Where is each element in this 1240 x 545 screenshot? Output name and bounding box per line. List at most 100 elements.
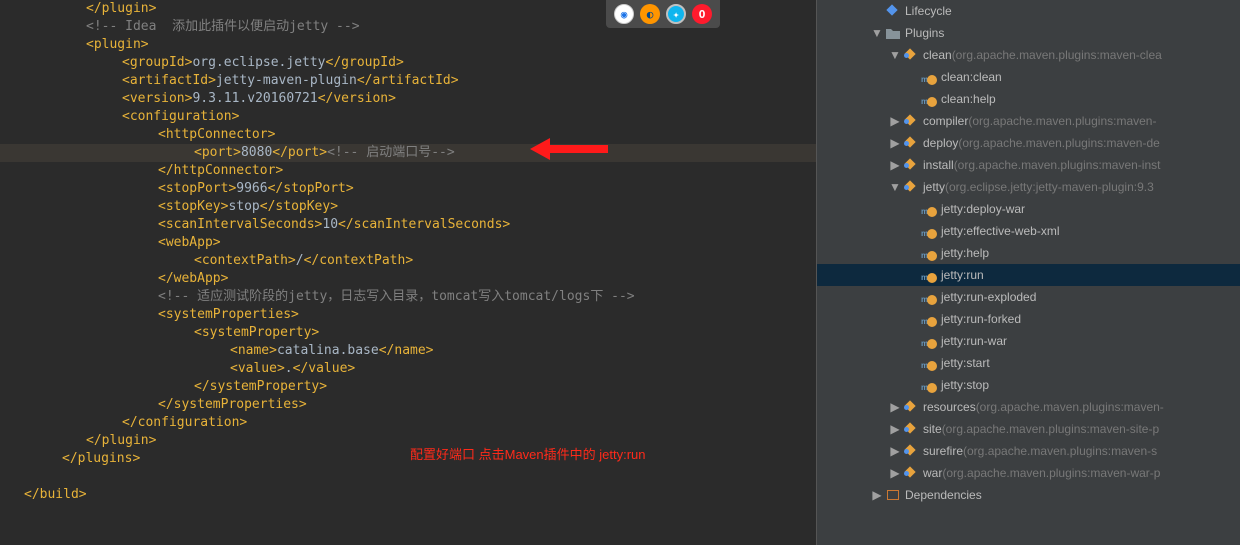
code-line[interactable]: <artifactId>jetty-maven-plugin</artifact… — [0, 72, 816, 90]
tree-item-war[interactable]: ▶war (org.apache.maven.plugins:maven-war… — [817, 462, 1240, 484]
maven-plugin-icon — [903, 465, 919, 481]
code-line[interactable]: <name>catalina.base</name> — [0, 342, 816, 360]
tree-label: jetty:deploy-war — [941, 198, 1025, 220]
tree-twisty[interactable]: ▼ — [889, 176, 901, 198]
tree-label: jetty:stop — [941, 374, 989, 396]
code-line[interactable]: </configuration> — [0, 414, 816, 432]
code-line[interactable]: <!-- 适应测试阶段的jetty，日志写入目录，tomcat写入tomcat/… — [0, 288, 816, 306]
code-line[interactable]: </systemProperty> — [0, 378, 816, 396]
code-line[interactable]: <port>8080</port><!-- 启动端口号--> — [0, 144, 816, 162]
tree-twisty[interactable]: ▶ — [889, 396, 901, 418]
maven-goal-icon: m — [921, 245, 937, 261]
code-line[interactable]: <plugin> — [0, 36, 816, 54]
code-line[interactable]: <httpConnector> — [0, 126, 816, 144]
tree-item-clean-help[interactable]: mclean:help — [817, 88, 1240, 110]
tree-label: jetty:effective-web-xml — [941, 220, 1059, 242]
tree-item-jetty-start[interactable]: mjetty:start — [817, 352, 1240, 374]
maven-plugin-icon — [903, 157, 919, 173]
tree-item-clean[interactable]: ▼ clean (org.apache.maven.plugins:maven-c… — [817, 44, 1240, 66]
maven-goal-icon: m — [921, 91, 937, 107]
tree-item-jetty-stop[interactable]: mjetty:stop — [817, 374, 1240, 396]
code-line[interactable]: <value>.</value> — [0, 360, 816, 378]
tree-label: clean — [923, 44, 952, 66]
code-line[interactable] — [0, 504, 816, 522]
tree-item-jetty-effective-web-xml[interactable]: mjetty:effective-web-xml — [817, 220, 1240, 242]
tree-label: clean:clean — [941, 66, 1002, 88]
tree-item-install[interactable]: ▶install (org.apache.maven.plugins:maven… — [817, 154, 1240, 176]
code-line[interactable]: <configuration> — [0, 108, 816, 126]
editor-pane[interactable]: ◉ ◐ ✦ O </plugin><!-- Idea 添加此插件以便启动jett… — [0, 0, 816, 545]
tree-item-jetty-run[interactable]: mjetty:run — [817, 264, 1240, 286]
tree-twisty[interactable]: ▶ — [889, 132, 901, 154]
maven-tree[interactable]: Lifecycle▼Plugins▼clean (org.apache.mave… — [817, 0, 1240, 506]
lifecycle-icon — [885, 3, 901, 19]
tree-item-jetty[interactable]: ▼jetty (org.eclipse.jetty:jetty-maven-pl… — [817, 176, 1240, 198]
maven-goal-icon: m — [921, 201, 937, 217]
code-line[interactable]: <version>9.3.11.v20160721</version> — [0, 90, 816, 108]
dependencies-icon — [885, 487, 901, 503]
tree-label-dim: (org.apache.maven.plugins:maven- — [968, 110, 1156, 132]
tree-twisty[interactable]: ▶ — [889, 440, 901, 462]
code-line[interactable]: <scanIntervalSeconds>10</scanIntervalSec… — [0, 216, 816, 234]
tree-twisty[interactable]: ▼ — [871, 22, 883, 44]
code-line[interactable] — [0, 468, 816, 486]
tree-item-jetty-run-forked[interactable]: mjetty:run-forked — [817, 308, 1240, 330]
code-line[interactable]: </build> — [0, 486, 816, 504]
tree-twisty[interactable]: ▶ — [889, 154, 901, 176]
maven-goal-icon: m — [921, 377, 937, 393]
tree-twisty[interactable]: ▶ — [871, 484, 883, 506]
maven-plugin-icon — [903, 421, 919, 437]
tree-label-dim: (org.apache.maven.plugins:maven-clea — [952, 44, 1162, 66]
code-line[interactable]: </plugins> — [0, 450, 816, 468]
code-line[interactable]: <contextPath>/</contextPath> — [0, 252, 816, 270]
tree-twisty[interactable]: ▶ — [889, 418, 901, 440]
tree-label-dim: (org.apache.maven.plugins:maven-s — [963, 440, 1157, 462]
tree-item-plugins[interactable]: ▼ Plugins — [817, 22, 1240, 44]
code-line[interactable]: <systemProperty> — [0, 324, 816, 342]
tree-label: Lifecycle — [905, 0, 952, 22]
code-line[interactable]: <groupId>org.eclipse.jetty</groupId> — [0, 54, 816, 72]
tree-item-dependencies[interactable]: ▶Dependencies — [817, 484, 1240, 506]
tree-twisty[interactable]: ▶ — [889, 462, 901, 484]
tree-label: clean:help — [941, 88, 996, 110]
tree-item-clean-clean[interactable]: mclean:clean — [817, 66, 1240, 88]
editor-content[interactable]: </plugin><!-- Idea 添加此插件以便启动jetty --><pl… — [0, 0, 816, 522]
maven-plugin-icon — [903, 135, 919, 151]
tree-label-dim: (org.apache.maven.plugins:maven-war-p — [942, 462, 1160, 484]
code-line[interactable]: </webApp> — [0, 270, 816, 288]
tree-item-jetty-run-war[interactable]: mjetty:run-war — [817, 330, 1240, 352]
maven-plugin-icon — [903, 179, 919, 195]
tree-item-resources[interactable]: ▶resources (org.apache.maven.plugins:mav… — [817, 396, 1240, 418]
code-line[interactable]: </httpConnector> — [0, 162, 816, 180]
code-line[interactable]: <systemProperties> — [0, 306, 816, 324]
code-line[interactable]: <webApp> — [0, 234, 816, 252]
tree-label-dim: (org.apache.maven.plugins:maven- — [976, 396, 1164, 418]
code-line[interactable]: </systemProperties> — [0, 396, 816, 414]
maven-plugin-icon — [903, 113, 919, 129]
maven-goal-icon: m — [921, 333, 937, 349]
maven-goal-icon: m — [921, 69, 937, 85]
tree-item-compiler[interactable]: ▶compiler (org.apache.maven.plugins:mave… — [817, 110, 1240, 132]
tree-twisty[interactable]: ▶ — [889, 110, 901, 132]
maven-goal-icon: m — [921, 267, 937, 283]
code-line[interactable]: </plugin> — [0, 432, 816, 450]
tree-item-jetty-run-exploded[interactable]: mjetty:run-exploded — [817, 286, 1240, 308]
tree-label: deploy — [923, 132, 958, 154]
code-line[interactable]: <stopKey>stop</stopKey> — [0, 198, 816, 216]
tree-label: install — [923, 154, 954, 176]
code-line[interactable]: <!-- Idea 添加此插件以便启动jetty --> — [0, 18, 816, 36]
tree-label: jetty:help — [941, 242, 989, 264]
tree-item-jetty-deploy-war[interactable]: mjetty:deploy-war — [817, 198, 1240, 220]
tree-item-site[interactable]: ▶site (org.apache.maven.plugins:maven-si… — [817, 418, 1240, 440]
maven-tool-window[interactable]: Lifecycle▼Plugins▼clean (org.apache.mave… — [817, 0, 1240, 545]
tree-twisty[interactable]: ▼ — [889, 44, 901, 66]
tree-label: Plugins — [905, 22, 944, 44]
maven-plugin-icon — [903, 399, 919, 415]
code-line[interactable]: </plugin> — [0, 0, 816, 18]
tree-item-deploy[interactable]: ▶deploy (org.apache.maven.plugins:maven-… — [817, 132, 1240, 154]
code-line[interactable]: <stopPort>9966</stopPort> — [0, 180, 816, 198]
tree-item-jetty-help[interactable]: mjetty:help — [817, 242, 1240, 264]
tree-item-surefire[interactable]: ▶surefire (org.apache.maven.plugins:mave… — [817, 440, 1240, 462]
tree-label: jetty:run-forked — [941, 308, 1021, 330]
tree-item-lifecycle[interactable]: Lifecycle — [817, 0, 1240, 22]
